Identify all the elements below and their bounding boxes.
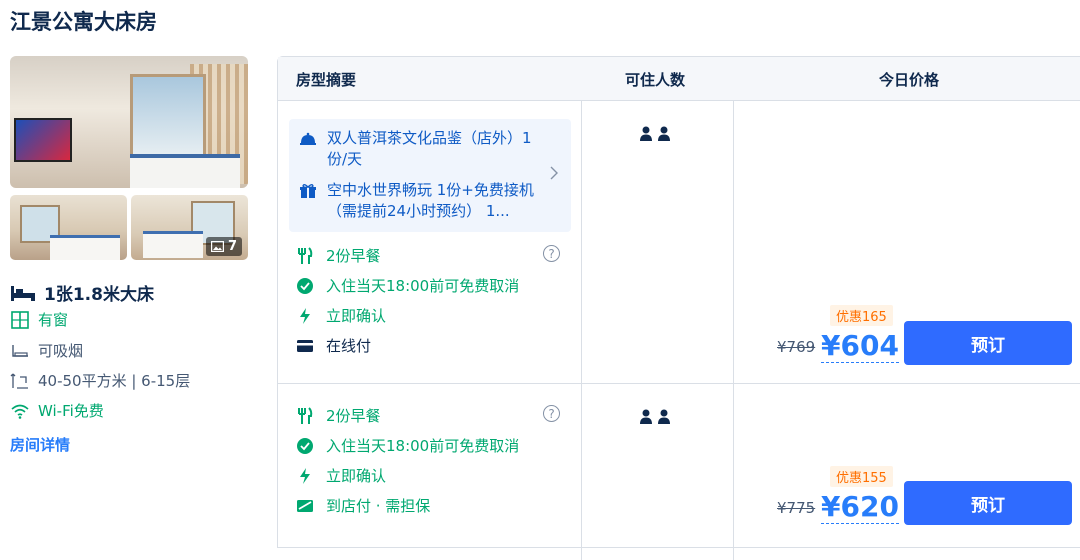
confirm-label: 立即确认 (326, 467, 387, 485)
package-promo[interactable]: 双人普洱茶文化品鉴（店外）1份/天 空中水世界畅玩 1份+免费接机（需提前24小… (289, 119, 571, 232)
promo-item: 双人普洱茶文化品鉴（店外）1份/天 (299, 128, 539, 170)
cloche-icon (300, 132, 316, 145)
payment-label: 到店付 · 需担保 (326, 497, 431, 515)
current-price: ¥620 (821, 490, 899, 524)
payment-policy: 到店付 · 需担保 (296, 495, 430, 516)
person-icon (658, 409, 670, 424)
confirm-policy: 立即确认 (296, 305, 386, 326)
utensils-icon (298, 406, 313, 424)
confirm-label: 立即确认 (326, 307, 387, 325)
bed-info: 1张1.8米大床 (10, 280, 154, 305)
promo-item: 空中水世界畅玩 1份+免费接机（需提前24小时预约） 1... (299, 180, 549, 222)
wifi-icon (11, 404, 29, 419)
payment-policy: 在线付 (296, 335, 371, 356)
window-label: 有窗 (38, 311, 69, 329)
breakfast-policy: 2份早餐 (296, 245, 381, 266)
column-divider (733, 100, 734, 560)
room-title: 江景公寓大床房 (10, 10, 157, 34)
breakfast-label: 2份早餐 (326, 247, 381, 265)
breakfast-label: 2份早餐 (326, 407, 381, 425)
original-price: ¥769 (777, 338, 816, 356)
breakfast-policy: 2份早餐 (296, 405, 381, 426)
confirm-policy: 立即确认 (296, 465, 386, 486)
window-info: 有窗 (10, 309, 68, 330)
guest-capacity (639, 126, 671, 142)
current-price: ¥604 (821, 329, 899, 363)
bed-label: 1张1.8米大床 (44, 285, 154, 305)
wifi-label: Wi-Fi免费 (38, 402, 104, 420)
help-icon[interactable]: ? (543, 245, 560, 262)
smoking-icon (12, 344, 28, 357)
header-summary: 房型摘要 (296, 71, 357, 89)
check-circle-icon (297, 437, 313, 454)
lightning-icon (300, 307, 310, 324)
table-header: 房型摘要 可住人数 今日价格 (278, 57, 1080, 101)
promo-text: 空中水世界畅玩 1份+免费接机（需提前24小时预约） 1... (327, 181, 534, 220)
card-icon (297, 339, 313, 352)
room-detail-link[interactable]: 房间详情 (10, 434, 70, 455)
area-icon (10, 373, 28, 389)
utensils-icon (298, 246, 313, 264)
room-photo-thumb[interactable] (10, 195, 127, 260)
gift-icon (300, 184, 316, 198)
discount-badge: 优惠165 (830, 305, 893, 326)
window-icon (11, 310, 29, 329)
pay-at-hotel-icon (297, 499, 313, 512)
room-photo-main[interactable] (10, 56, 248, 188)
smoking-label: 可吸烟 (38, 342, 84, 360)
book-button[interactable]: 预订 (904, 321, 1072, 365)
header-guests: 可住人数 (625, 71, 686, 89)
book-button[interactable]: 预订 (904, 481, 1072, 525)
row-divider (278, 383, 1080, 384)
photo-count-badge: 7 (205, 237, 242, 256)
smoking-info: 可吸烟 (10, 340, 83, 361)
cancel-policy: 入住当天18:00前可免费取消 (296, 275, 519, 296)
help-icon[interactable]: ? (543, 405, 560, 422)
room-photo-thumb[interactable]: 7 (131, 195, 248, 260)
cancel-policy: 入住当天18:00前可免费取消 (296, 435, 519, 456)
check-circle-icon (297, 277, 313, 294)
promo-text: 双人普洱茶文化品鉴（店外）1份/天 (327, 129, 532, 168)
area-label: 40-50平方米 | 6-15层 (38, 372, 191, 390)
chevron-right-icon (550, 166, 558, 180)
cancel-label: 入住当天18:00前可免费取消 (326, 437, 520, 455)
original-price: ¥775 (777, 499, 816, 517)
person-icon (658, 126, 670, 141)
guest-capacity (639, 409, 671, 425)
payment-label: 在线付 (326, 337, 372, 355)
image-icon (210, 241, 224, 252)
column-divider (581, 100, 582, 560)
header-price: 今日价格 (879, 71, 940, 89)
discount-badge: 优惠155 (830, 466, 893, 487)
rate-table: 房型摘要 可住人数 今日价格 双人普洱茶文化品鉴（店外）1份/天 空中水世界畅玩… (277, 56, 1080, 560)
photo-count: 7 (227, 239, 237, 254)
area-info: 40-50平方米 | 6-15层 (10, 370, 190, 391)
person-icon (640, 126, 652, 141)
bed-icon (11, 285, 35, 301)
wifi-info: Wi-Fi免费 (10, 400, 104, 421)
cancel-label: 入住当天18:00前可免费取消 (326, 277, 520, 295)
person-icon (640, 409, 652, 424)
lightning-icon (300, 467, 310, 484)
